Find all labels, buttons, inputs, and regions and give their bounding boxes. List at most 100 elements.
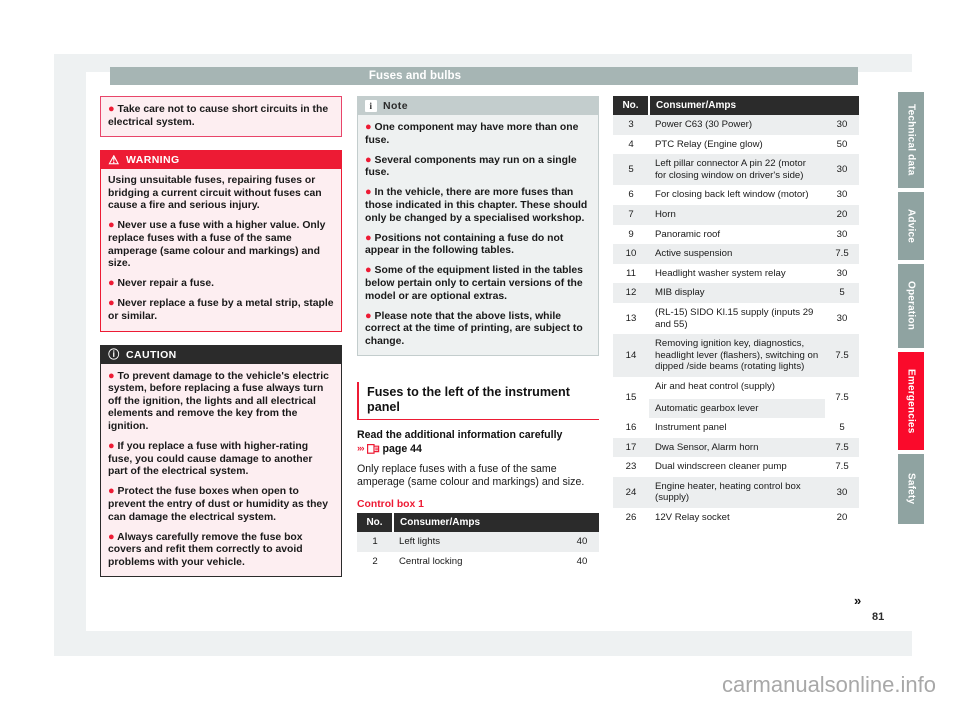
note-paragraph: ● Several components may run on a single… [365,153,577,179]
cell-consumer: Left pillar connector A pin 22 (motor fo… [649,154,825,186]
warning-box: ⚠ WARNING Using unsuitable fuses, repair… [100,150,342,332]
warning-paragraph: ● Never repair a fuse. [108,277,215,290]
cell-no: 9 [613,224,649,245]
cell-consumer: (RL-15) SIDO Kl.15 supply (inputs 29 and… [649,302,825,335]
chapter-tabs: Technical data Advice Operation Emergenc… [898,92,924,528]
tab-technical-data[interactable]: Technical data [898,92,924,188]
cell-consumer: For closing back left window (motor) [649,185,825,205]
section-heading: Fuses to the left of the instrument pane… [357,382,599,421]
table-col-no: No. [357,513,394,532]
bullet-icon: ● [108,530,115,543]
cell-no: 3 [613,115,649,135]
info-icon: i [365,100,377,112]
note-paragraph: ● Some of the equipment listed in the ta… [365,264,583,302]
column-left: ● Take care not to cause short circuits … [100,96,342,590]
table-header-row: No. Consumer/Amps [357,513,599,532]
cell-amps: 7.5 [825,457,859,477]
fuses-left-instrument-panel-table: No. Consumer/Amps 3 Power C63 (30 Power) 3… [613,96,859,528]
cell-consumer: MIB display [649,283,825,303]
note-box-body: ● One component may have more than one f… [358,115,598,356]
cell-no: 14 [613,334,649,377]
cell-no: 16 [613,418,649,438]
bullet-icon: ● [108,219,115,232]
table-col-consumer-amps: Consumer/Amps [393,513,599,532]
note-box: i Note ● One component may have more tha… [357,96,599,357]
bullet-icon: ● [108,103,115,115]
warning-box-header: ⚠ WARNING [101,151,341,170]
note-paragraph: ● In the vehicle, there are more fuses t… [365,186,588,224]
table-row: 12 MIB display 5 [613,283,859,303]
cell-consumer: Removing ignition key, diagnostics, head… [649,334,825,377]
cell-amps: 5 [825,283,859,303]
bullet-icon: ● [365,309,372,322]
page-header-bar: Fuses and bulbs [110,67,858,85]
bullet-icon: ● [108,369,115,382]
table-row: 4 PTC Relay (Engine glow) 50 [613,134,859,155]
cell-amps: 7.5 [825,244,859,264]
caution-paragraph: ● Always carefully remove the fuse box c… [108,530,303,568]
cell-amps: 30 [825,115,859,135]
cell-no: 15 [613,376,649,419]
table-col-consumer-amps: Consumer/Amps [649,96,859,115]
table-row: 24 Engine heater, heating control box (su… [613,476,859,509]
cell-amps: 20 [825,204,859,225]
tab-advice[interactable]: Advice [898,192,924,260]
cell-amps: 30 [825,476,859,509]
tab-safety[interactable]: Safety [898,454,924,524]
cell-amps: 30 [825,302,859,335]
table-header-row: No. Consumer/Amps [613,96,859,115]
control-box-1-table: No. Consumer/Amps 1 Left lights 40 2 Cen… [357,513,599,572]
page-reference-text: page 44 [382,443,422,456]
cell-consumer-secondary: Automatic gearbox lever [649,397,825,419]
section-body-text: Only replace fuses with a fuse of the sa… [357,463,585,489]
warning-paragraph: ● Never use a fuse with a higher value. … [108,219,326,270]
column-middle: i Note ● One component may have more tha… [357,96,599,572]
column-right: No. Consumer/Amps 3 Power C63 (30 Power) 3… [613,96,859,528]
site-watermark: carmanualsonline.info [721,672,936,697]
bullet-icon: ● [108,297,115,310]
warning-paragraph: ● Never replace a fuse by a metal strip,… [108,297,334,323]
table-row: 17 Dwa Sensor, Alarm horn 7.5 [613,437,859,458]
cell-amps: 5 [825,418,859,438]
cell-consumer: Dual windscreen cleaner pump [649,457,825,477]
tab-operation[interactable]: Operation [898,264,924,348]
control-box-label: Control box 1 [357,499,424,510]
bullet-icon: ● [365,231,372,244]
cell-no: 11 [613,263,649,284]
table-row: 10 Active suspension 7.5 [613,244,859,264]
book-reference-icon [366,444,380,455]
caution-paragraph: ● To prevent damage to the vehicle's ele… [108,369,329,432]
table-row: 5 Left pillar connector A pin 22 (motor f… [613,154,859,186]
cell-no: 5 [613,154,649,186]
page-reference[interactable]: ››› page 44 [357,442,599,456]
continue-marker-icon: » [854,593,861,608]
cell-no: 6 [613,185,649,205]
short-circuit-note-box: ● Take care not to cause short circuits … [100,96,342,138]
cell-no: 2 [357,551,393,572]
caution-box-header: ⓘ CAUTION [101,345,341,364]
cell-consumer: Central locking [393,551,565,572]
table-row: 9 Panoramic roof 30 [613,224,859,245]
caution-box: ⓘ CAUTION ● To prevent damage to the veh… [100,344,342,578]
chevron-right-icon: ››› [357,443,364,455]
cell-amps: 50 [825,134,859,155]
note-box-title: Note [383,100,408,112]
caution-box-title: CAUTION [126,348,177,361]
exclamation-circle-icon: ⓘ [108,348,120,361]
note-paragraph: ● One component may have more than one f… [365,121,579,146]
table-row: 13 (RL-15) SIDO Kl.15 supply (inputs 29 a… [613,302,859,335]
table-row: 23 Dual windscreen cleaner pump 7.5 [613,457,859,477]
table-row: 6 For closing back left window (motor) 30 [613,185,859,205]
cell-consumer: Active suspension [649,244,825,264]
table-row: 7 Horn 20 [613,204,859,225]
table-row-split-second: Automatic gearbox lever [613,397,859,419]
tab-emergencies[interactable]: Emergencies [898,352,924,450]
bullet-icon: ● [108,485,115,498]
cell-no: 10 [613,244,649,264]
warning-paragraph: Using unsuitable fuses, repairing fuses … [108,175,322,212]
table-row: 11 Headlight washer system relay 30 [613,263,859,284]
bullet-icon: ● [365,121,372,133]
note-paragraph: ● Please note that the above lists, whil… [365,309,583,347]
cell-consumer: PTC Relay (Engine glow) [649,134,825,155]
bullet-icon: ● [108,277,115,290]
